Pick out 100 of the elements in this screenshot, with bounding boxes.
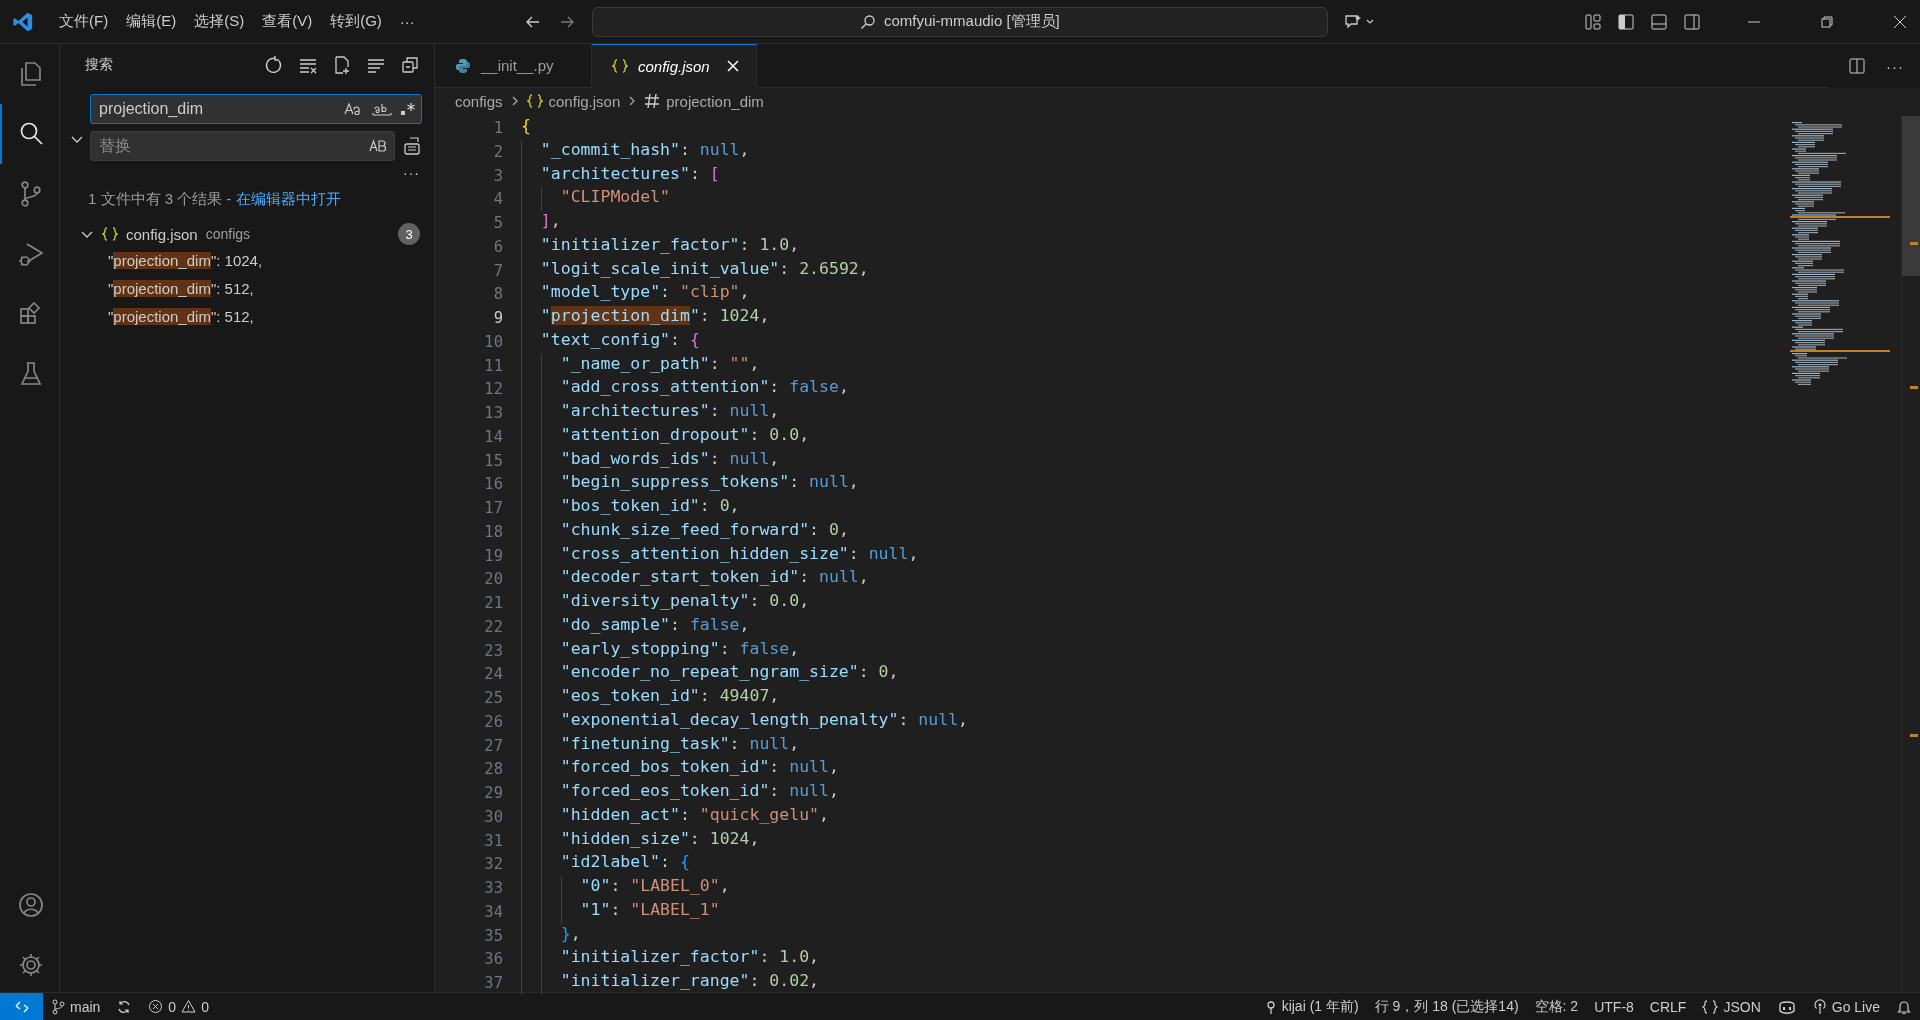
- restore-icon[interactable]: [1819, 13, 1835, 30]
- line-number: 4: [493, 190, 503, 209]
- line-number: 13: [484, 404, 503, 422]
- code-line: "decoder_start_token_id": null,: [560, 567, 869, 589]
- code-line: "early_stopping": false,: [560, 638, 800, 660]
- menu-item[interactable]: 编辑(E): [117, 8, 186, 35]
- layout-icon[interactable]: [1584, 12, 1602, 31]
- line-number: 6: [493, 237, 503, 256]
- line-number: 12: [484, 380, 503, 399]
- code-line: "finetuning_task": null,: [560, 733, 800, 755]
- line-number: 18: [484, 522, 503, 541]
- line-number: 10: [484, 332, 503, 351]
- collapse-all-icon[interactable]: [400, 55, 420, 75]
- json-file-icon: [612, 59, 628, 73]
- indentation-status[interactable]: 空格: 2: [1534, 997, 1579, 1016]
- scrollbar-thumb[interactable]: [1902, 116, 1920, 276]
- replace-field[interactable]: 替换: [90, 131, 395, 161]
- line-number: 25: [484, 689, 503, 707]
- close-icon[interactable]: [725, 59, 740, 73]
- editor-tab[interactable]: __init__.py: [435, 44, 592, 88]
- primary-sidebar-icon[interactable]: [1617, 12, 1635, 31]
- error-count[interactable]: 0: [168, 998, 177, 1015]
- command-center[interactable]: comfyui-mmaudio [管理员]: [591, 6, 1328, 37]
- branch-name[interactable]: main: [70, 998, 101, 1015]
- notifications-icon[interactable]: [1896, 998, 1912, 1015]
- menu-item[interactable]: 选择(S): [185, 8, 254, 35]
- line-number: 29: [484, 784, 503, 802]
- json-file-icon: [526, 94, 543, 108]
- more-options[interactable]: ···: [403, 168, 420, 178]
- code-line: "encoder_no_repeat_ngram_size": 0,: [560, 662, 899, 684]
- regex-icon[interactable]: [400, 102, 416, 116]
- language-mode[interactable]: JSON: [1723, 998, 1761, 1015]
- go-live-button[interactable]: Go Live: [1831, 998, 1880, 1015]
- line-number: 31: [484, 831, 503, 850]
- line-number: 33: [484, 879, 503, 897]
- cursor-position[interactable]: 行 9，列 18 (已选择14): [1374, 997, 1519, 1016]
- breadcrumb-item[interactable]: configs: [455, 92, 503, 110]
- replace-all-icon[interactable]: [402, 136, 422, 156]
- split-editor-icon[interactable]: [1848, 57, 1866, 75]
- more-actions[interactable]: ···: [1886, 57, 1904, 75]
- code-line: "id2label": {: [560, 852, 690, 874]
- code-line: "hidden_act": "quick_gelu",: [560, 804, 829, 826]
- warning-icon: [181, 999, 197, 1014]
- line-number: 36: [484, 950, 503, 969]
- whole-word-icon[interactable]: [372, 102, 392, 116]
- code-line: "_name_or_path": "",: [560, 353, 760, 375]
- line-number: 11: [484, 356, 503, 375]
- line-number: 27: [484, 736, 503, 755]
- line-ending-status[interactable]: CRLF: [1649, 998, 1687, 1015]
- app-logo-icon[interactable]: [12, 10, 34, 33]
- panel-title: 搜索: [85, 56, 113, 74]
- code-line: "CLIPModel": [560, 187, 670, 209]
- menu-item[interactable]: 查看(V): [253, 8, 322, 35]
- line-number: 23: [484, 641, 503, 660]
- code-line: "cross_attention_hidden_size": null,: [560, 543, 919, 565]
- code-line: "do_sample": false,: [560, 614, 750, 636]
- code-line: "logit_scale_init_value": 2.6592,: [540, 258, 869, 280]
- open-in-editor-link[interactable]: 在编辑器中打开: [235, 190, 341, 207]
- close-icon[interactable]: [1892, 13, 1908, 30]
- breadcrumb-item[interactable]: projection_dim: [666, 92, 764, 110]
- panel-icon[interactable]: [1650, 12, 1668, 31]
- result-count-badge: 3: [398, 223, 420, 245]
- code-line: "forced_eos_token_id": null,: [560, 781, 839, 802]
- code-line: "architectures": null,: [560, 401, 780, 422]
- commit-icon: [1264, 998, 1277, 1015]
- code-line: "add_cross_attention": false,: [560, 377, 849, 399]
- search-field[interactable]: projection_dim: [90, 94, 422, 124]
- line-number: 21: [484, 594, 503, 612]
- line-number: 26: [484, 712, 503, 731]
- warning-count[interactable]: 0: [201, 998, 209, 1015]
- line-number: 16: [484, 475, 503, 494]
- line-number: 24: [484, 665, 503, 684]
- results-summary: 1 文件中有 3 个结果 - 在编辑器中打开: [87, 189, 341, 209]
- code-line: ],: [540, 211, 561, 232]
- file-name[interactable]: config.json: [126, 225, 198, 243]
- code-line: "eos_token_id": 49407,: [560, 686, 780, 707]
- line-number: 2: [493, 142, 503, 161]
- json-file-icon: [102, 227, 118, 241]
- line-number: 28: [484, 760, 503, 779]
- code-line: "initializer_range": 0.02,: [560, 971, 820, 992]
- menu-item[interactable]: 文件(F): [50, 8, 118, 35]
- copilot-icon[interactable]: [1776, 998, 1797, 1015]
- secondary-sidebar-icon[interactable]: [1683, 12, 1701, 31]
- menu-item[interactable]: 转到(G): [321, 8, 391, 35]
- line-number: 19: [484, 546, 503, 565]
- code-line: "model_type": "clip",: [540, 282, 750, 304]
- code-line: "0": "LABEL_0",: [580, 876, 730, 897]
- code-line: "forced_bos_token_id": null,: [560, 757, 839, 779]
- new-search-editor-icon[interactable]: [332, 55, 352, 75]
- preserve-case-icon[interactable]: [369, 139, 389, 153]
- code-line: "begin_suppress_tokens": null,: [560, 472, 859, 494]
- chat-sparkle-icon[interactable]: [1343, 12, 1376, 31]
- more-menu[interactable]: ···: [390, 9, 424, 34]
- code-line: "initializer_factor": 1.0,: [540, 234, 800, 256]
- breadcrumb-item[interactable]: config.json: [548, 92, 621, 110]
- encoding-status[interactable]: UTF-8: [1594, 998, 1634, 1015]
- blame-status[interactable]: kijai (1 年前): [1281, 997, 1359, 1016]
- code-line: "initializer_factor": 1.0,: [560, 947, 820, 969]
- refresh-icon[interactable]: [264, 55, 284, 75]
- editor-tab[interactable]: config.json: [592, 44, 757, 88]
